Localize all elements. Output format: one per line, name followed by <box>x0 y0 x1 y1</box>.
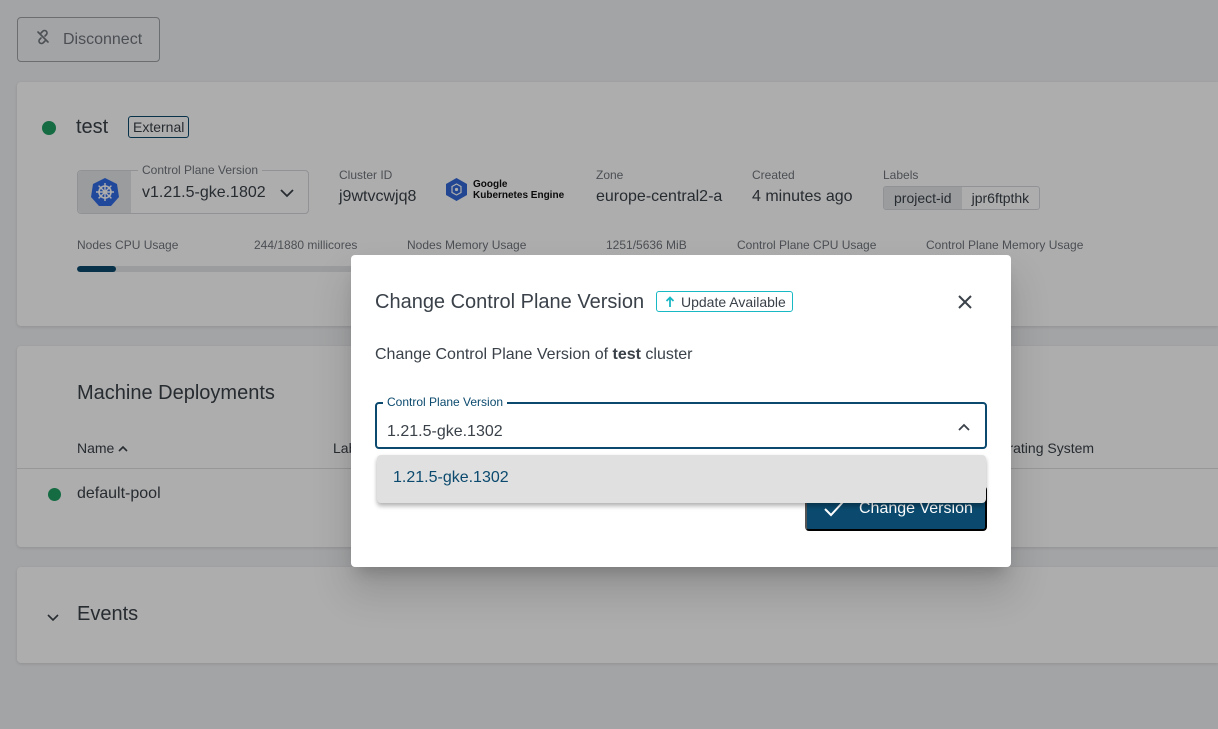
dialog-title: Change Control Plane Version <box>375 291 645 313</box>
version-option[interactable]: 1.21.5-gke.1302 <box>393 469 509 487</box>
cluster-details-page: Disconnect test External Control Plane V… <box>0 0 1218 729</box>
dialog-description: Change Control Plane Version of test clu… <box>375 346 693 364</box>
version-select-field[interactable]: Control Plane Version 1.21.5-gke.1302 <box>375 395 987 449</box>
close-icon[interactable] <box>955 292 975 312</box>
desc-prefix: Change Control Plane Version of <box>375 346 613 363</box>
version-field-value: 1.21.5-gke.1302 <box>387 423 503 440</box>
version-field-legend: Control Plane Version <box>383 395 508 409</box>
version-dropdown-panel: 1.21.5-gke.1302 <box>377 455 986 503</box>
chevron-up-icon <box>957 419 971 437</box>
desc-suffix: cluster <box>640 346 693 363</box>
update-available-badge: Update Available <box>656 291 793 312</box>
update-available-label: Update Available <box>681 293 786 310</box>
arrow-up-icon <box>665 295 675 307</box>
change-version-dialog: Change Control Plane Version Update Avai… <box>351 255 1011 567</box>
desc-cluster-name: test <box>612 346 641 363</box>
